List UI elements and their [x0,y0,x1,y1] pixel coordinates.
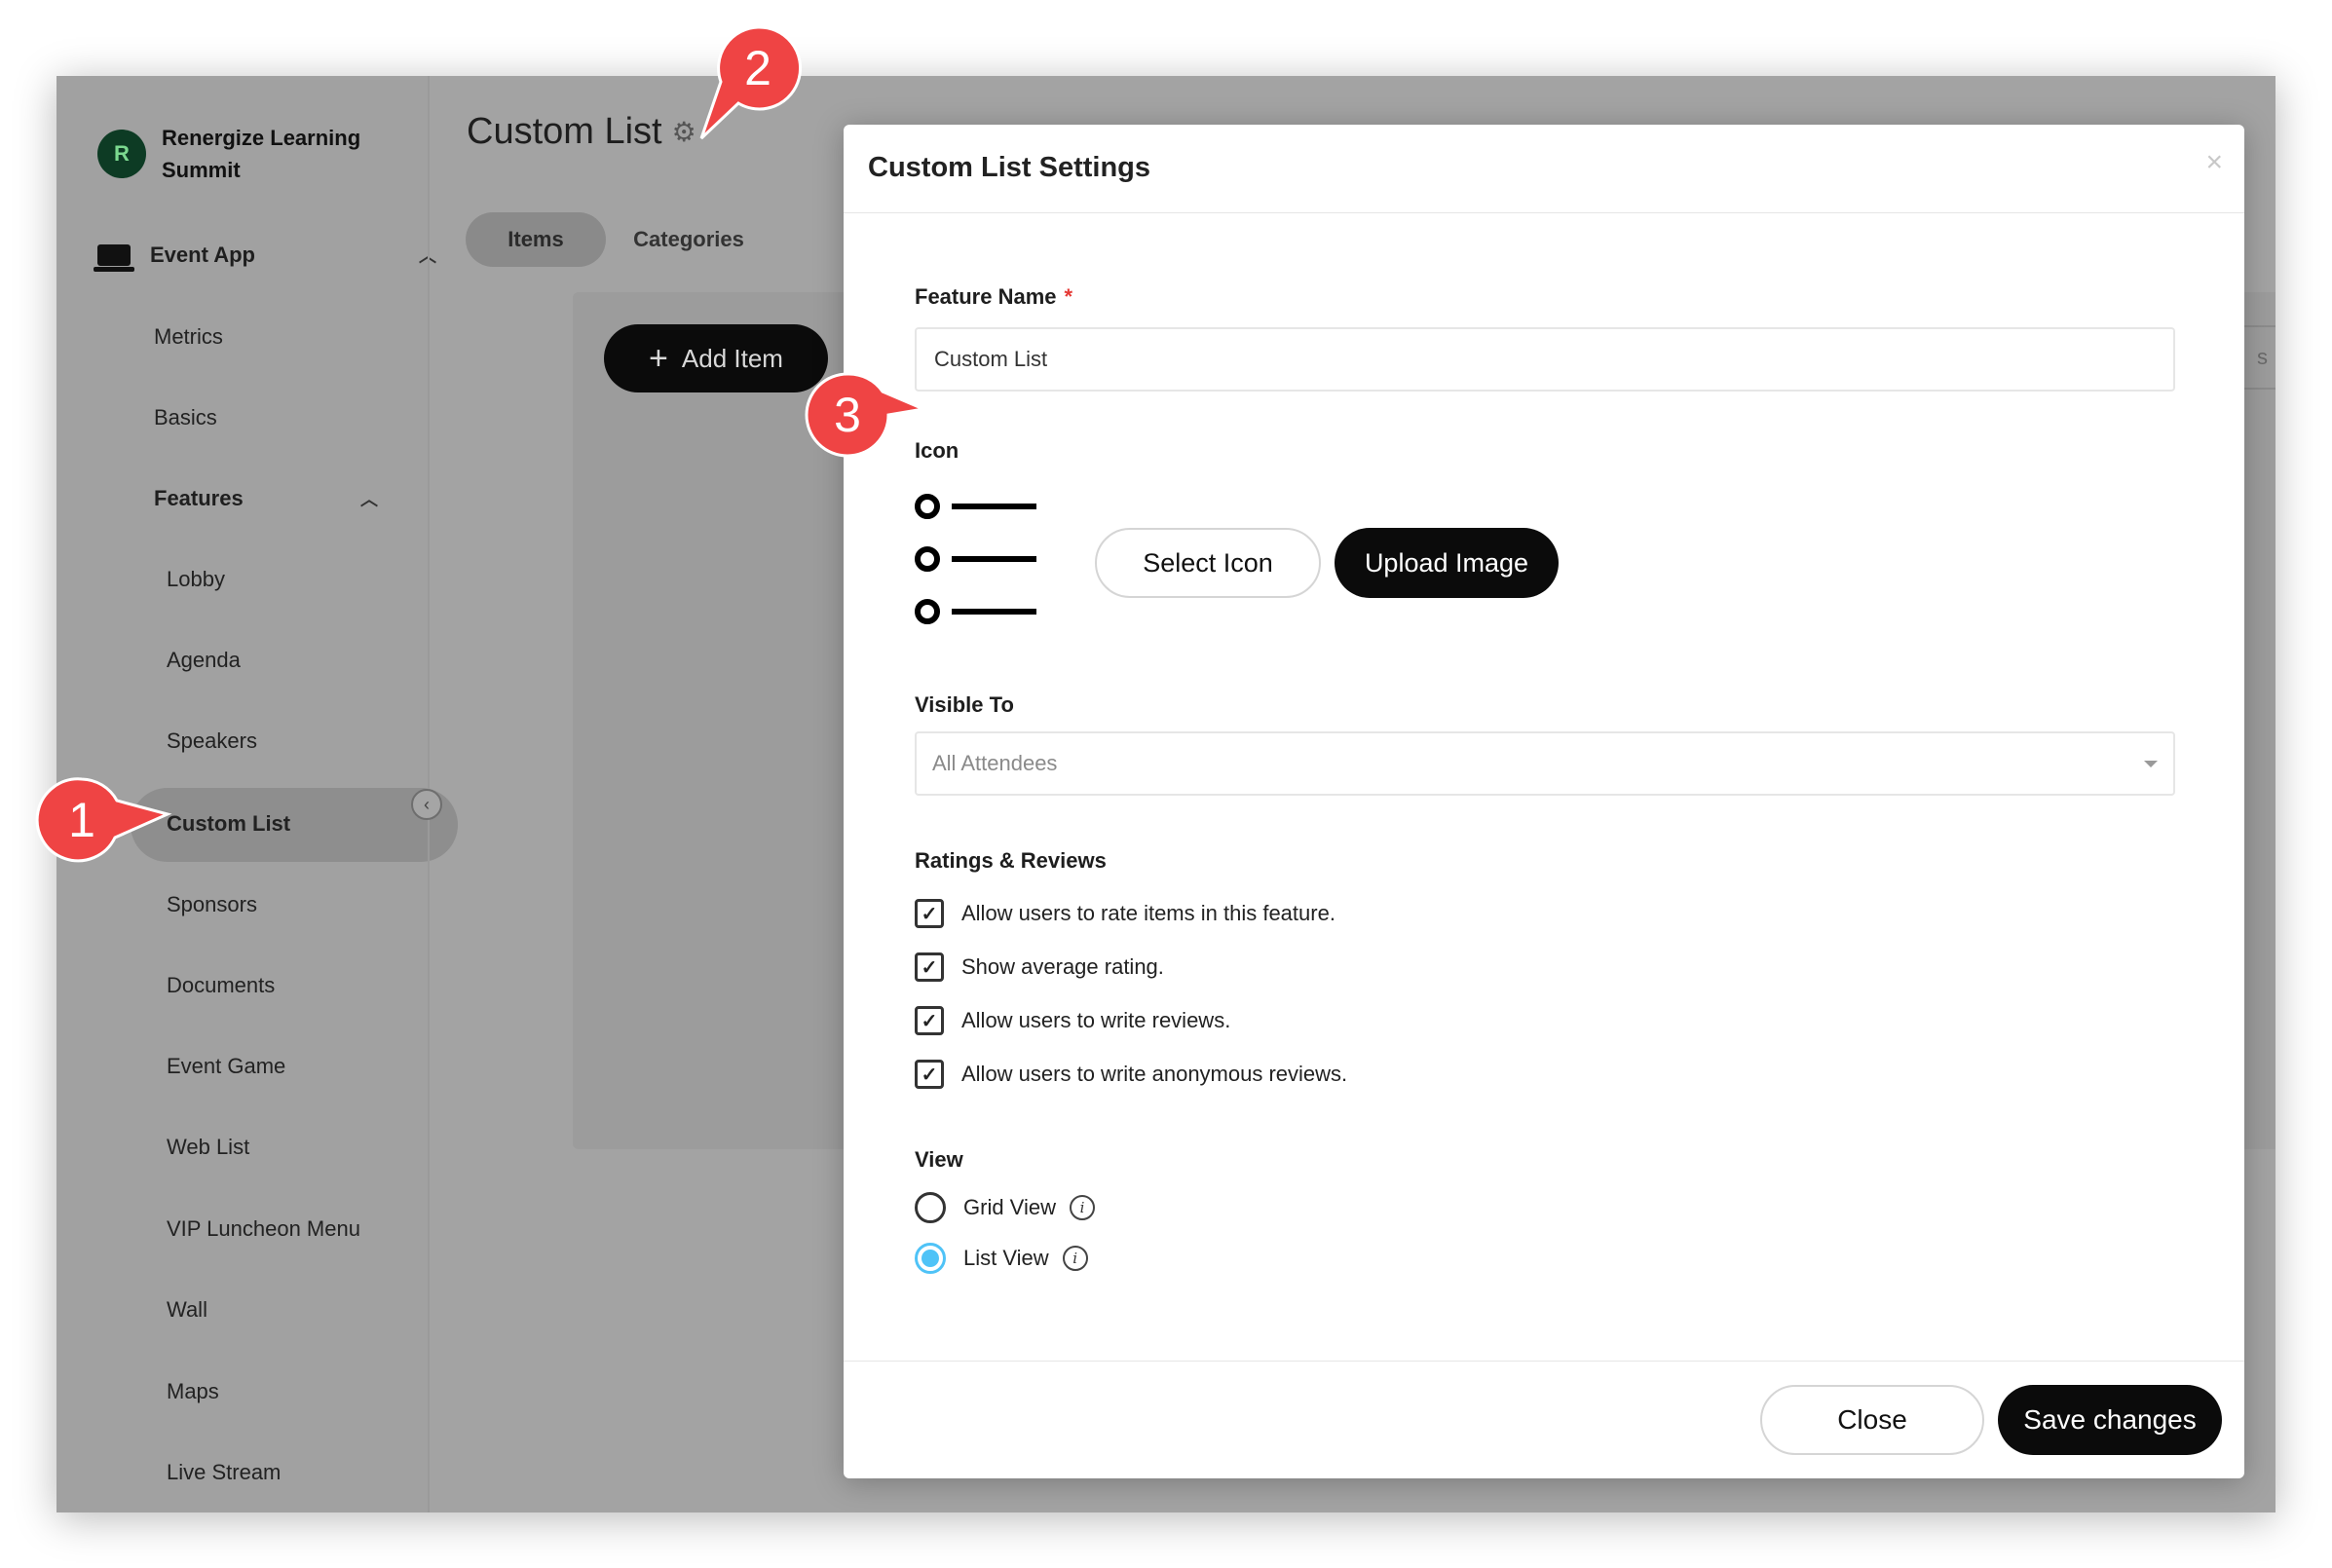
page-title: Custom List ⚙ [467,111,696,153]
sidebar-item-wall[interactable]: Wall [167,1297,207,1323]
brand[interactable]: R Renergize Learning Summit [97,122,386,186]
sidebar-item-vip-luncheon-menu[interactable]: VIP Luncheon Menu [167,1216,360,1242]
sidebar-item-basics[interactable]: Basics [154,405,217,430]
chevron-left-icon: ‹ [424,794,430,814]
page-title-text: Custom List [467,111,662,152]
checkbox-rate-items[interactable]: ✓ Allow users to rate items in this feat… [915,899,1335,928]
select-icon-button[interactable]: Select Icon [1095,528,1321,598]
sidebar-item-maps[interactable]: Maps [167,1379,219,1404]
brand-logo-icon: R [97,130,146,178]
nav-group-label: Features [154,486,244,510]
plus-icon: + [649,339,668,377]
sidebar-item-agenda[interactable]: Agenda [167,648,241,673]
visible-to-value: All Attendees [932,751,1058,775]
radio-grid-view[interactable]: Grid View i [915,1192,1095,1223]
feature-name-input[interactable] [915,327,2175,392]
required-mark: * [1064,284,1073,309]
info-icon[interactable]: i [1069,1195,1095,1220]
callout-number: 1 [68,793,95,847]
caret-down-icon [2144,761,2158,767]
brand-name: Renergize Learning Summit [162,126,361,182]
icon-label: Icon [915,438,959,463]
list-icon [915,494,1036,624]
checkbox-label: Allow users to rate items in this featur… [961,901,1335,925]
custom-list-settings-modal: Custom List Settings × Feature Name * Ico… [844,125,2244,1478]
save-changes-button[interactable]: Save changes [1998,1385,2222,1455]
tab-categories[interactable]: Categories [616,212,762,267]
feature-name-label-text: Feature Name [915,284,1057,309]
checkbox-checked-icon[interactable]: ✓ [915,899,944,928]
close-button[interactable]: Close [1760,1385,1984,1455]
visible-to-select[interactable]: All Attendees [915,731,2175,796]
sidebar-item-speakers[interactable]: Speakers [167,728,257,754]
checkbox-label: Allow users to write anonymous reviews. [961,1062,1348,1086]
checkbox-label: Show average rating. [961,954,1164,979]
sidebar-item-event-game[interactable]: Event Game [167,1054,285,1079]
info-icon[interactable]: i [1062,1246,1088,1271]
view-label: View [915,1147,963,1172]
checkbox-anonymous-reviews[interactable]: ✓ Allow users to write anonymous reviews… [915,1060,1347,1089]
feature-name-label: Feature Name * [915,284,1072,310]
radio-unselected-icon[interactable] [915,1192,946,1223]
sidebar-item-web-list[interactable]: Web List [167,1135,249,1160]
modal-header: Custom List Settings × [844,125,2244,213]
partially-hidden-button-label: s [2257,345,2268,369]
sidebar-item-live-stream[interactable]: Live Stream [167,1460,281,1485]
radio-list-view[interactable]: List View i [915,1243,1088,1274]
nav-group-event-app[interactable]: Event App ︿ [94,243,436,272]
gear-icon[interactable]: ⚙ [672,116,696,148]
checkbox-average-rating[interactable]: ✓ Show average rating. [915,952,1164,982]
upload-image-button[interactable]: Upload Image [1335,528,1559,598]
radio-selected-icon[interactable] [915,1243,946,1274]
radio-label: Grid View [963,1195,1056,1219]
callout-2: 2 [699,23,803,140]
ratings-reviews-label: Ratings & Reviews [915,848,1107,873]
tab-items[interactable]: Items [466,212,606,267]
visible-to-label: Visible To [915,692,1014,717]
radio-label: List View [963,1246,1049,1270]
modal-footer: Close Save changes [844,1361,2244,1478]
checkbox-write-reviews[interactable]: ✓ Allow users to write reviews. [915,1006,1230,1035]
sidebar-item-metrics[interactable]: Metrics [154,324,223,350]
checkbox-checked-icon[interactable]: ✓ [915,1060,944,1089]
callout-number: 2 [744,41,771,95]
modal-title: Custom List Settings [868,152,1151,183]
laptop-icon [94,244,134,272]
close-icon[interactable]: × [2205,146,2223,179]
callout-3: 3 [803,370,929,460]
app-window: R Renergize Learning Summit Event App ︿ … [56,76,2276,1512]
callout-1: 1 [35,775,172,865]
sidebar-item-lobby[interactable]: Lobby [167,567,225,592]
add-item-label: Add Item [681,343,783,373]
sidebar-item-documents[interactable]: Documents [167,973,275,998]
checkbox-checked-icon[interactable]: ✓ [915,1006,944,1035]
sidebar-item-custom-list[interactable]: Custom List [167,811,290,837]
add-item-button[interactable]: + Add Item [604,324,828,392]
collapse-sidebar-button[interactable]: ‹ [411,789,442,820]
checkbox-checked-icon[interactable]: ✓ [915,952,944,982]
checkbox-label: Allow users to write reviews. [961,1008,1231,1032]
chevron-up-icon: ︿ [360,490,378,509]
sidebar-item-sponsors[interactable]: Sponsors [167,892,257,917]
nav-group-label: Event App [150,243,255,267]
callout-number: 3 [834,388,861,442]
nav-group-features[interactable]: Features ︿ [154,486,378,511]
